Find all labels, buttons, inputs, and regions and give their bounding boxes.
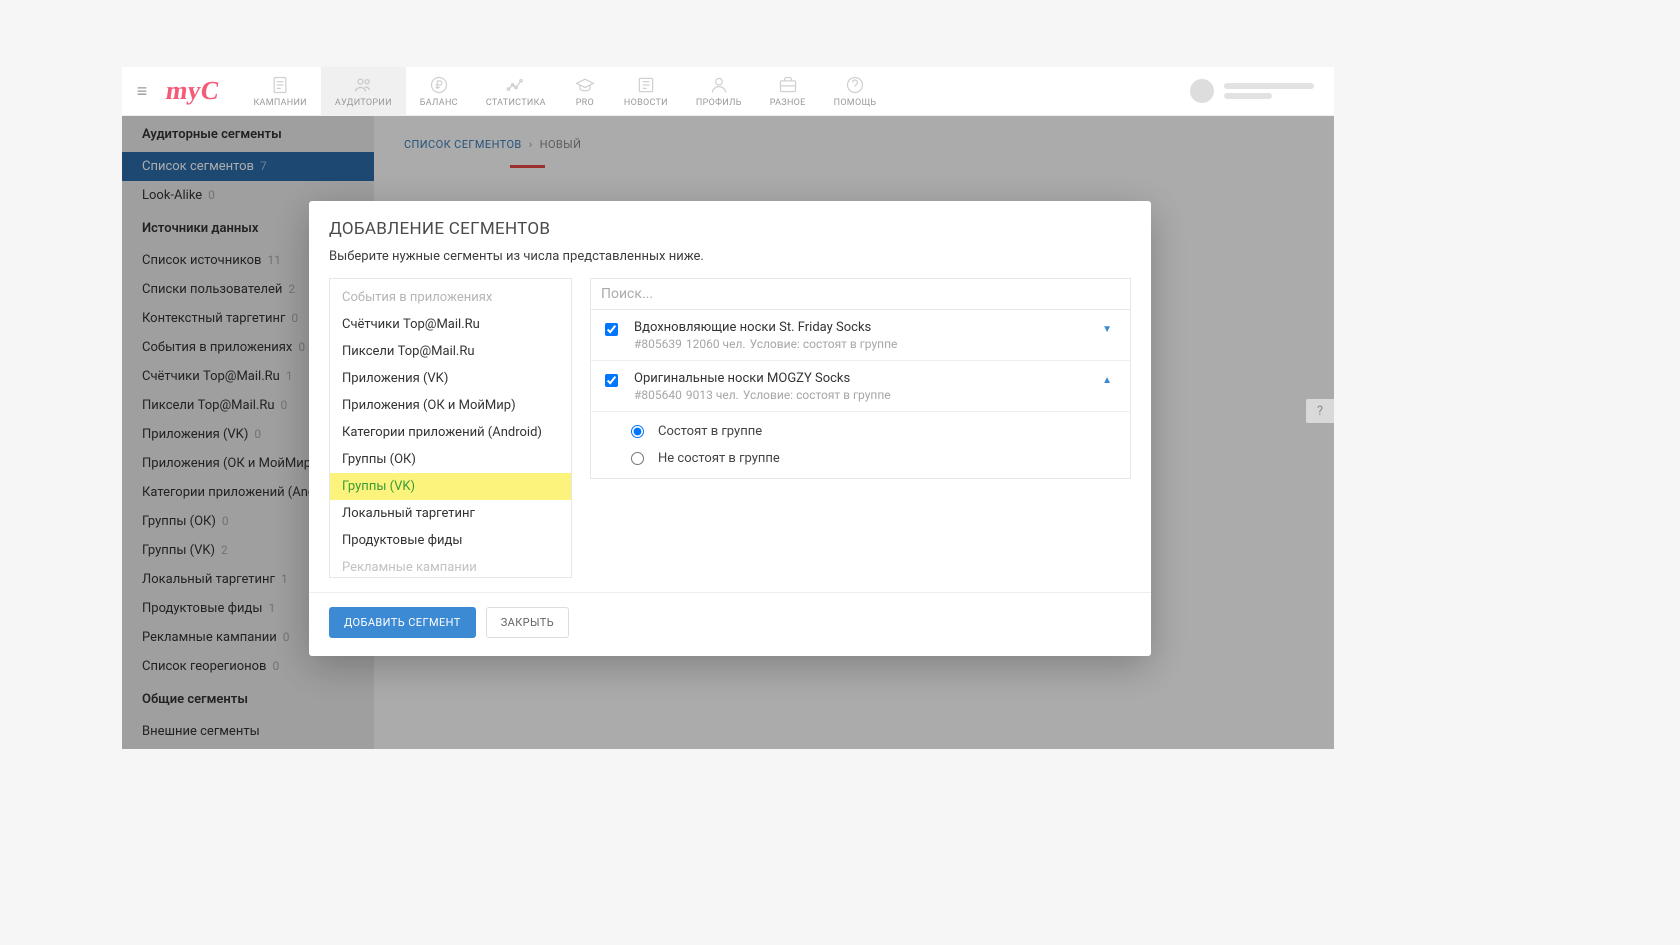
- seg-cat-apps-vk[interactable]: Приложения (VK): [330, 365, 571, 392]
- close-button[interactable]: ЗАКРЫТЬ: [486, 607, 569, 638]
- result-row[interactable]: Оригинальные носки MOGZY Socks #80564090…: [591, 361, 1130, 412]
- people-icon: [352, 74, 374, 96]
- radio-in-group[interactable]: Состоят в группе: [591, 418, 1130, 445]
- seg-cat-product-feeds[interactable]: Продуктовые фиды: [330, 527, 571, 554]
- nav-misc[interactable]: РАЗНОЕ: [756, 67, 820, 115]
- add-segment-button[interactable]: ДОБАВИТЬ СЕГМЕНТ: [329, 607, 476, 638]
- result-checkbox-1[interactable]: [605, 323, 618, 336]
- result-meta: #80563912060 чел.Условие: состоят в груп…: [634, 337, 1098, 351]
- user-name-placeholder: [1224, 83, 1314, 99]
- nav-news[interactable]: НОВОСТИ: [610, 67, 682, 115]
- modal-footer: ДОБАВИТЬ СЕГМЕНТ ЗАКРЫТЬ: [309, 592, 1151, 656]
- seg-cat-pixels[interactable]: Пиксели Top@Mail.Ru: [330, 338, 571, 365]
- topbar: ≡ myC КАМПАНИИ АУДИТОРИИ БАЛАНС СТАТИСТИ…: [122, 67, 1334, 116]
- modal-subtitle: Выберите нужные сегменты из числа предст…: [309, 243, 1151, 278]
- briefcase-icon: [777, 74, 799, 96]
- segment-results-panel: Поиск... Вдохновляющие носки St. Friday …: [590, 278, 1131, 578]
- seg-cat-groups-ok[interactable]: Группы (ОК): [330, 446, 571, 473]
- radio-not-in-group[interactable]: Не состоят в группе: [591, 445, 1130, 472]
- nav-campaigns[interactable]: КАМПАНИИ: [239, 67, 320, 115]
- nav-pro[interactable]: PRO: [560, 67, 610, 115]
- nav-help[interactable]: ПОМОЩЬ: [820, 67, 891, 115]
- nav-profile[interactable]: ПРОФИЛЬ: [682, 67, 756, 115]
- cap-icon: [574, 74, 596, 96]
- radio-not-in-group-input[interactable]: [631, 452, 644, 465]
- segment-categories-list[interactable]: Контекстный таргетинг События в приложен…: [329, 278, 572, 578]
- seg-cat-ad-campaigns[interactable]: Рекламные кампании: [330, 554, 571, 578]
- logo[interactable]: myC: [164, 76, 222, 106]
- top-nav: КАМПАНИИ АУДИТОРИИ БАЛАНС СТАТИСТИКА PRO…: [239, 67, 1190, 115]
- seg-cat-apps-ok[interactable]: Приложения (ОК и МойМир): [330, 392, 571, 419]
- seg-cat-local-targeting[interactable]: Локальный таргетинг: [330, 500, 571, 527]
- seg-cat-groups-vk[interactable]: Группы (VK): [330, 473, 571, 500]
- user-block[interactable]: [1190, 79, 1334, 103]
- avatar: [1190, 79, 1214, 103]
- ruble-icon: [428, 74, 450, 96]
- result-checkbox-2[interactable]: [605, 374, 618, 387]
- result-meta: #8056409013 чел.Условие: состоят в групп…: [634, 388, 1098, 402]
- modal-body: Контекстный таргетинг События в приложен…: [309, 278, 1151, 592]
- seg-cat-app-events: События в приложениях: [330, 284, 571, 311]
- help-icon: [844, 74, 866, 96]
- doc-icon: [269, 74, 291, 96]
- result-title: Оригинальные носки MOGZY Socks: [634, 371, 1098, 386]
- results-list: Вдохновляющие носки St. Friday Socks #80…: [590, 310, 1131, 479]
- help-tab[interactable]: ?: [1306, 399, 1334, 423]
- chart-icon: [505, 74, 527, 96]
- profile-icon: [708, 74, 730, 96]
- nav-stats[interactable]: СТАТИСТИКА: [472, 67, 560, 115]
- result-row[interactable]: Вдохновляющие носки St. Friday Socks #80…: [591, 310, 1130, 361]
- news-icon: [635, 74, 657, 96]
- search-input[interactable]: Поиск...: [590, 278, 1131, 310]
- nav-balance[interactable]: БАЛАНС: [406, 67, 472, 115]
- nav-audiences[interactable]: АУДИТОРИИ: [321, 67, 406, 115]
- chevron-down-icon[interactable]: ▼: [1098, 320, 1116, 339]
- modal-header: ДОБАВЛЕНИЕ СЕГМЕНТОВ: [309, 201, 1151, 243]
- seg-cat-counters[interactable]: Счётчики Top@Mail.Ru: [330, 311, 571, 338]
- result-title: Вдохновляющие носки St. Friday Socks: [634, 320, 1098, 335]
- add-segments-modal: ДОБАВЛЕНИЕ СЕГМЕНТОВ Выберите нужные сег…: [309, 201, 1151, 656]
- modal-title: ДОБАВЛЕНИЕ СЕГМЕНТОВ: [329, 219, 1131, 239]
- radio-in-group-input[interactable]: [631, 425, 644, 438]
- hamburger-icon[interactable]: ≡: [122, 81, 162, 102]
- chevron-up-icon[interactable]: ▲: [1098, 371, 1116, 390]
- seg-cat-app-categories-android[interactable]: Категории приложений (Android): [330, 419, 571, 446]
